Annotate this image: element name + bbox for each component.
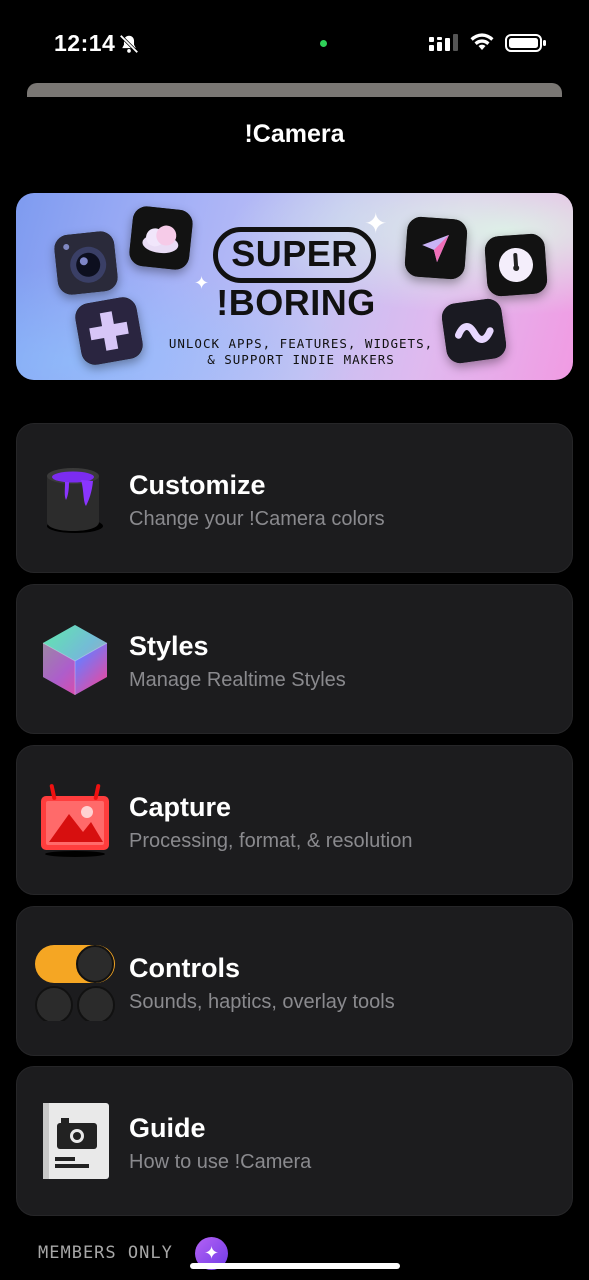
sparkle-small-icon: ✦ bbox=[194, 273, 210, 293]
super-boring-banner[interactable]: SUPER !BORING UNLOCK APPS, FEATURES, WID… bbox=[16, 193, 573, 380]
color-cube-icon bbox=[35, 619, 115, 699]
menu-customize-title: Customize bbox=[129, 470, 266, 500]
wifi-icon bbox=[470, 33, 494, 50]
cloud-app-icon bbox=[128, 205, 194, 271]
banner-subtitle: UNLOCK APPS, FEATURES, WIDGETS, & SUPPOR… bbox=[136, 336, 466, 368]
menu-styles[interactable]: Styles Manage Realtime Styles bbox=[16, 584, 573, 734]
menu-capture-title: Capture bbox=[129, 792, 232, 822]
menu-guide-subtitle: How to use !Camera bbox=[129, 1151, 312, 1173]
banner-subtitle-line2: & SUPPORT INDIE MAKERS bbox=[207, 352, 395, 367]
camera-app-icon bbox=[53, 230, 119, 296]
menu-guide[interactable]: Guide How to use !Camera bbox=[16, 1066, 573, 1216]
menu-capture[interactable]: Capture Processing, format, & resolution bbox=[16, 745, 573, 895]
menu-styles-title: Styles bbox=[129, 631, 209, 661]
menu-capture-subtitle: Processing, format, & resolution bbox=[129, 830, 413, 852]
members-only-label: MEMBERS ONLY bbox=[38, 1243, 173, 1263]
home-indicator[interactable] bbox=[190, 1263, 400, 1269]
menu-styles-subtitle: Manage Realtime Styles bbox=[129, 669, 346, 691]
camera-in-use-indicator bbox=[320, 40, 327, 47]
status-bar: 12:14 bbox=[0, 0, 589, 80]
photo-frame-icon bbox=[35, 780, 115, 860]
menu-controls-subtitle: Sounds, haptics, overlay tools bbox=[129, 991, 395, 1013]
sheet-grabber bbox=[27, 83, 562, 97]
timer-app-icon bbox=[483, 232, 549, 298]
sparkle-icon: ✦ bbox=[364, 208, 388, 239]
wave-app-icon bbox=[440, 297, 508, 365]
bell-slash-icon bbox=[119, 34, 139, 54]
banner-subtitle-line1: UNLOCK APPS, FEATURES, WIDGETS, bbox=[168, 336, 434, 351]
guide-book-icon bbox=[35, 1101, 115, 1181]
menu-controls-title: Controls bbox=[129, 953, 240, 983]
menu-customize[interactable]: Customize Change your !Camera colors bbox=[16, 423, 573, 573]
signal-icon bbox=[429, 34, 458, 51]
banner-line1: SUPER bbox=[231, 233, 358, 274]
menu-customize-subtitle: Change your !Camera colors bbox=[129, 508, 385, 530]
status-time: 12:14 bbox=[54, 30, 116, 56]
page-title: !Camera bbox=[244, 120, 345, 148]
paper-plane-app-icon bbox=[403, 215, 469, 281]
menu-controls[interactable]: Controls Sounds, haptics, overlay tools bbox=[16, 906, 573, 1056]
banner-line2: !BORING bbox=[216, 282, 376, 323]
paint-bucket-icon bbox=[35, 458, 115, 538]
plus-app-icon bbox=[73, 295, 145, 367]
menu-guide-title: Guide bbox=[129, 1113, 206, 1143]
toggles-icon bbox=[35, 941, 115, 1024]
battery-icon bbox=[505, 34, 546, 52]
